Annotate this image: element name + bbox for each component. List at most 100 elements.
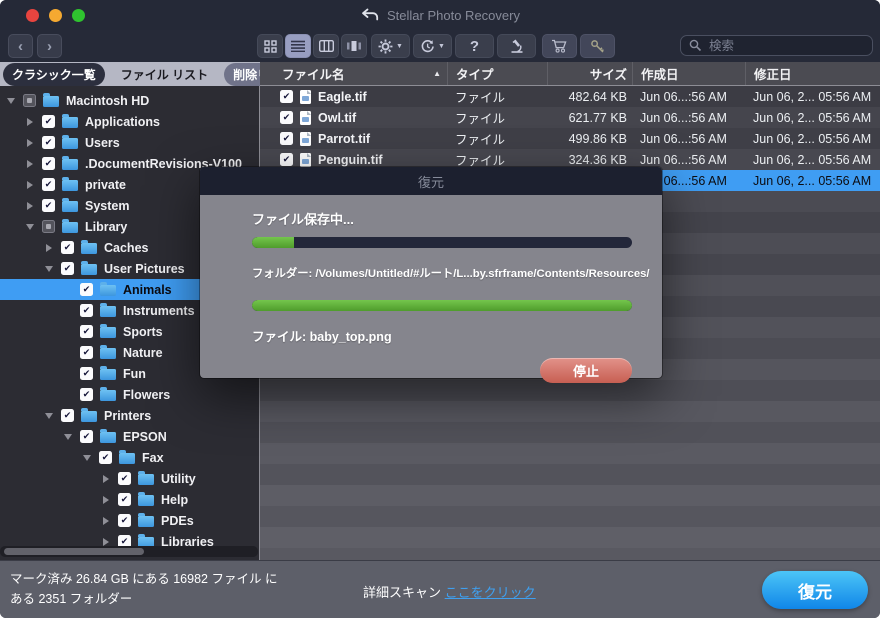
disclosure-triangle-icon[interactable] bbox=[6, 98, 16, 104]
folder-icon bbox=[62, 117, 78, 128]
file-checkbox[interactable]: ✔ bbox=[280, 132, 293, 145]
tree-item-pdes[interactable]: ✔PDEs bbox=[0, 510, 259, 531]
coverflow-view-button[interactable] bbox=[341, 34, 367, 58]
title-bar: Stellar Photo Recovery bbox=[0, 0, 880, 30]
disclosure-triangle-icon[interactable] bbox=[25, 181, 35, 189]
click-here-link[interactable]: ここをクリック bbox=[445, 585, 536, 600]
file-checkbox[interactable]: ✔ bbox=[280, 153, 293, 166]
disclosure-triangle-icon[interactable] bbox=[25, 202, 35, 210]
column-header-size[interactable]: サイズ bbox=[547, 62, 632, 85]
tree-checkbox[interactable]: ✔ bbox=[118, 493, 131, 506]
tree-checkbox[interactable]: ✔ bbox=[118, 514, 131, 527]
document-icon bbox=[300, 153, 311, 167]
disclosure-triangle-icon[interactable] bbox=[101, 496, 111, 504]
tree-checkbox[interactable]: ✔ bbox=[80, 346, 93, 359]
folder-icon bbox=[100, 285, 116, 296]
disclosure-triangle-icon[interactable] bbox=[25, 118, 35, 126]
tree-checkbox[interactable]: ✔ bbox=[80, 325, 93, 338]
cart-button[interactable] bbox=[542, 34, 577, 58]
tree-item-label: Applications bbox=[85, 115, 160, 129]
disclosure-triangle-icon[interactable] bbox=[44, 244, 54, 252]
tree-checkbox[interactable] bbox=[23, 94, 36, 107]
tree-item-label: Users bbox=[85, 136, 120, 150]
back-button[interactable]: ‹ bbox=[8, 34, 33, 58]
disclosure-triangle-icon[interactable] bbox=[101, 475, 111, 483]
disclosure-triangle-icon[interactable] bbox=[44, 266, 54, 272]
tree-checkbox[interactable] bbox=[42, 220, 55, 233]
folder-icon bbox=[81, 411, 97, 422]
file-checkbox[interactable]: ✔ bbox=[280, 90, 293, 103]
search-input[interactable] bbox=[707, 38, 864, 54]
tree-checkbox[interactable]: ✔ bbox=[118, 472, 131, 485]
tab-file-list[interactable]: ファイル リスト bbox=[112, 63, 217, 86]
search-field[interactable] bbox=[680, 35, 873, 56]
disclosure-triangle-icon[interactable] bbox=[25, 224, 35, 230]
recover-button[interactable]: 復元 bbox=[762, 571, 868, 609]
document-icon bbox=[300, 111, 311, 125]
file-size-cell: 499.86 KB bbox=[547, 128, 632, 149]
tree-item-macintosh-hd[interactable]: Macintosh HD bbox=[0, 90, 259, 111]
tree-checkbox[interactable]: ✔ bbox=[99, 451, 112, 464]
file-name: Eagle.tif bbox=[318, 90, 367, 104]
tree-item-help[interactable]: ✔Help bbox=[0, 489, 259, 510]
folder-icon bbox=[62, 159, 78, 170]
table-row[interactable]: ✔Owl.tifファイル621.77 KBJun 06...:56 AMJun … bbox=[260, 107, 880, 128]
list-view-button[interactable] bbox=[285, 34, 311, 58]
stop-button[interactable]: 停止 bbox=[540, 358, 632, 383]
tree-checkbox[interactable]: ✔ bbox=[42, 157, 55, 170]
tree-item-flowers[interactable]: ✔Flowers bbox=[0, 384, 259, 405]
resume-recovery-button[interactable]: ▼ bbox=[413, 34, 452, 58]
tree-checkbox[interactable]: ✔ bbox=[42, 199, 55, 212]
tree-checkbox[interactable]: ✔ bbox=[80, 388, 93, 401]
disclosure-triangle-icon[interactable] bbox=[25, 160, 35, 168]
tree-item-epson[interactable]: ✔EPSON bbox=[0, 426, 259, 447]
tree-checkbox[interactable]: ✔ bbox=[80, 304, 93, 317]
disclosure-triangle-icon[interactable] bbox=[101, 538, 111, 546]
tree-checkbox[interactable]: ✔ bbox=[80, 283, 93, 296]
tree-checkbox[interactable]: ✔ bbox=[61, 409, 74, 422]
table-row[interactable]: ✔Eagle.tifファイル482.64 KBJun 06...:56 AMJu… bbox=[260, 86, 880, 107]
column-header-created[interactable]: 作成日 bbox=[632, 62, 745, 85]
preview-button[interactable] bbox=[497, 34, 536, 58]
tree-item-utility[interactable]: ✔Utility bbox=[0, 468, 259, 489]
scrollbar-thumb[interactable] bbox=[4, 548, 144, 555]
tree-item-applications[interactable]: ✔ Applications bbox=[0, 111, 259, 132]
tree-checkbox[interactable]: ✔ bbox=[61, 262, 74, 275]
tree-checkbox[interactable]: ✔ bbox=[42, 136, 55, 149]
tree-item-label: Nature bbox=[123, 346, 163, 360]
forward-chevron-icon: › bbox=[47, 38, 52, 55]
file-checkbox[interactable]: ✔ bbox=[280, 111, 293, 124]
search-icon bbox=[689, 39, 702, 52]
disclosure-triangle-icon[interactable] bbox=[101, 517, 111, 525]
recovery-dialog: 復元 ファイル保存中... フォルダー: /Volumes/Untitled/#… bbox=[200, 167, 662, 378]
tree-item-users[interactable]: ✔ Users bbox=[0, 132, 259, 153]
tree-checkbox[interactable]: ✔ bbox=[42, 178, 55, 191]
settings-button[interactable]: ▼ bbox=[371, 34, 410, 58]
tree-item-printers[interactable]: ✔Printers bbox=[0, 405, 259, 426]
horizontal-scrollbar[interactable] bbox=[0, 546, 258, 557]
tree-checkbox[interactable]: ✔ bbox=[80, 430, 93, 443]
dialog-title: 復元 bbox=[418, 172, 444, 191]
register-key-button[interactable] bbox=[580, 34, 615, 58]
disclosure-triangle-icon[interactable] bbox=[63, 434, 73, 440]
table-row[interactable]: ✔Parrot.tifファイル499.86 KBJun 06...:56 AMJ… bbox=[260, 128, 880, 149]
column-header-modified[interactable]: 修正日 bbox=[745, 62, 880, 85]
disclosure-triangle-icon[interactable] bbox=[44, 413, 54, 419]
tree-checkbox[interactable]: ✔ bbox=[61, 241, 74, 254]
tree-item-label: Library bbox=[85, 220, 127, 234]
disclosure-triangle-icon[interactable] bbox=[82, 455, 92, 461]
file-progress-fill bbox=[252, 300, 632, 311]
column-header-type[interactable]: タイプ bbox=[447, 62, 547, 85]
disclosure-triangle-icon[interactable] bbox=[25, 139, 35, 147]
forward-button[interactable]: › bbox=[37, 34, 62, 58]
tree-checkbox[interactable]: ✔ bbox=[80, 367, 93, 380]
help-button[interactable]: ? bbox=[455, 34, 494, 58]
empty-row bbox=[260, 506, 880, 527]
tab-classic-list[interactable]: クラシック一覧 bbox=[3, 63, 105, 86]
column-view-button[interactable] bbox=[313, 34, 339, 58]
tree-checkbox[interactable]: ✔ bbox=[42, 115, 55, 128]
grid-view-button[interactable] bbox=[257, 34, 283, 58]
column-header-filename[interactable]: ファイル名 ▲ bbox=[260, 62, 447, 85]
file-name: Owl.tif bbox=[318, 111, 356, 125]
tree-item-fax[interactable]: ✔Fax bbox=[0, 447, 259, 468]
